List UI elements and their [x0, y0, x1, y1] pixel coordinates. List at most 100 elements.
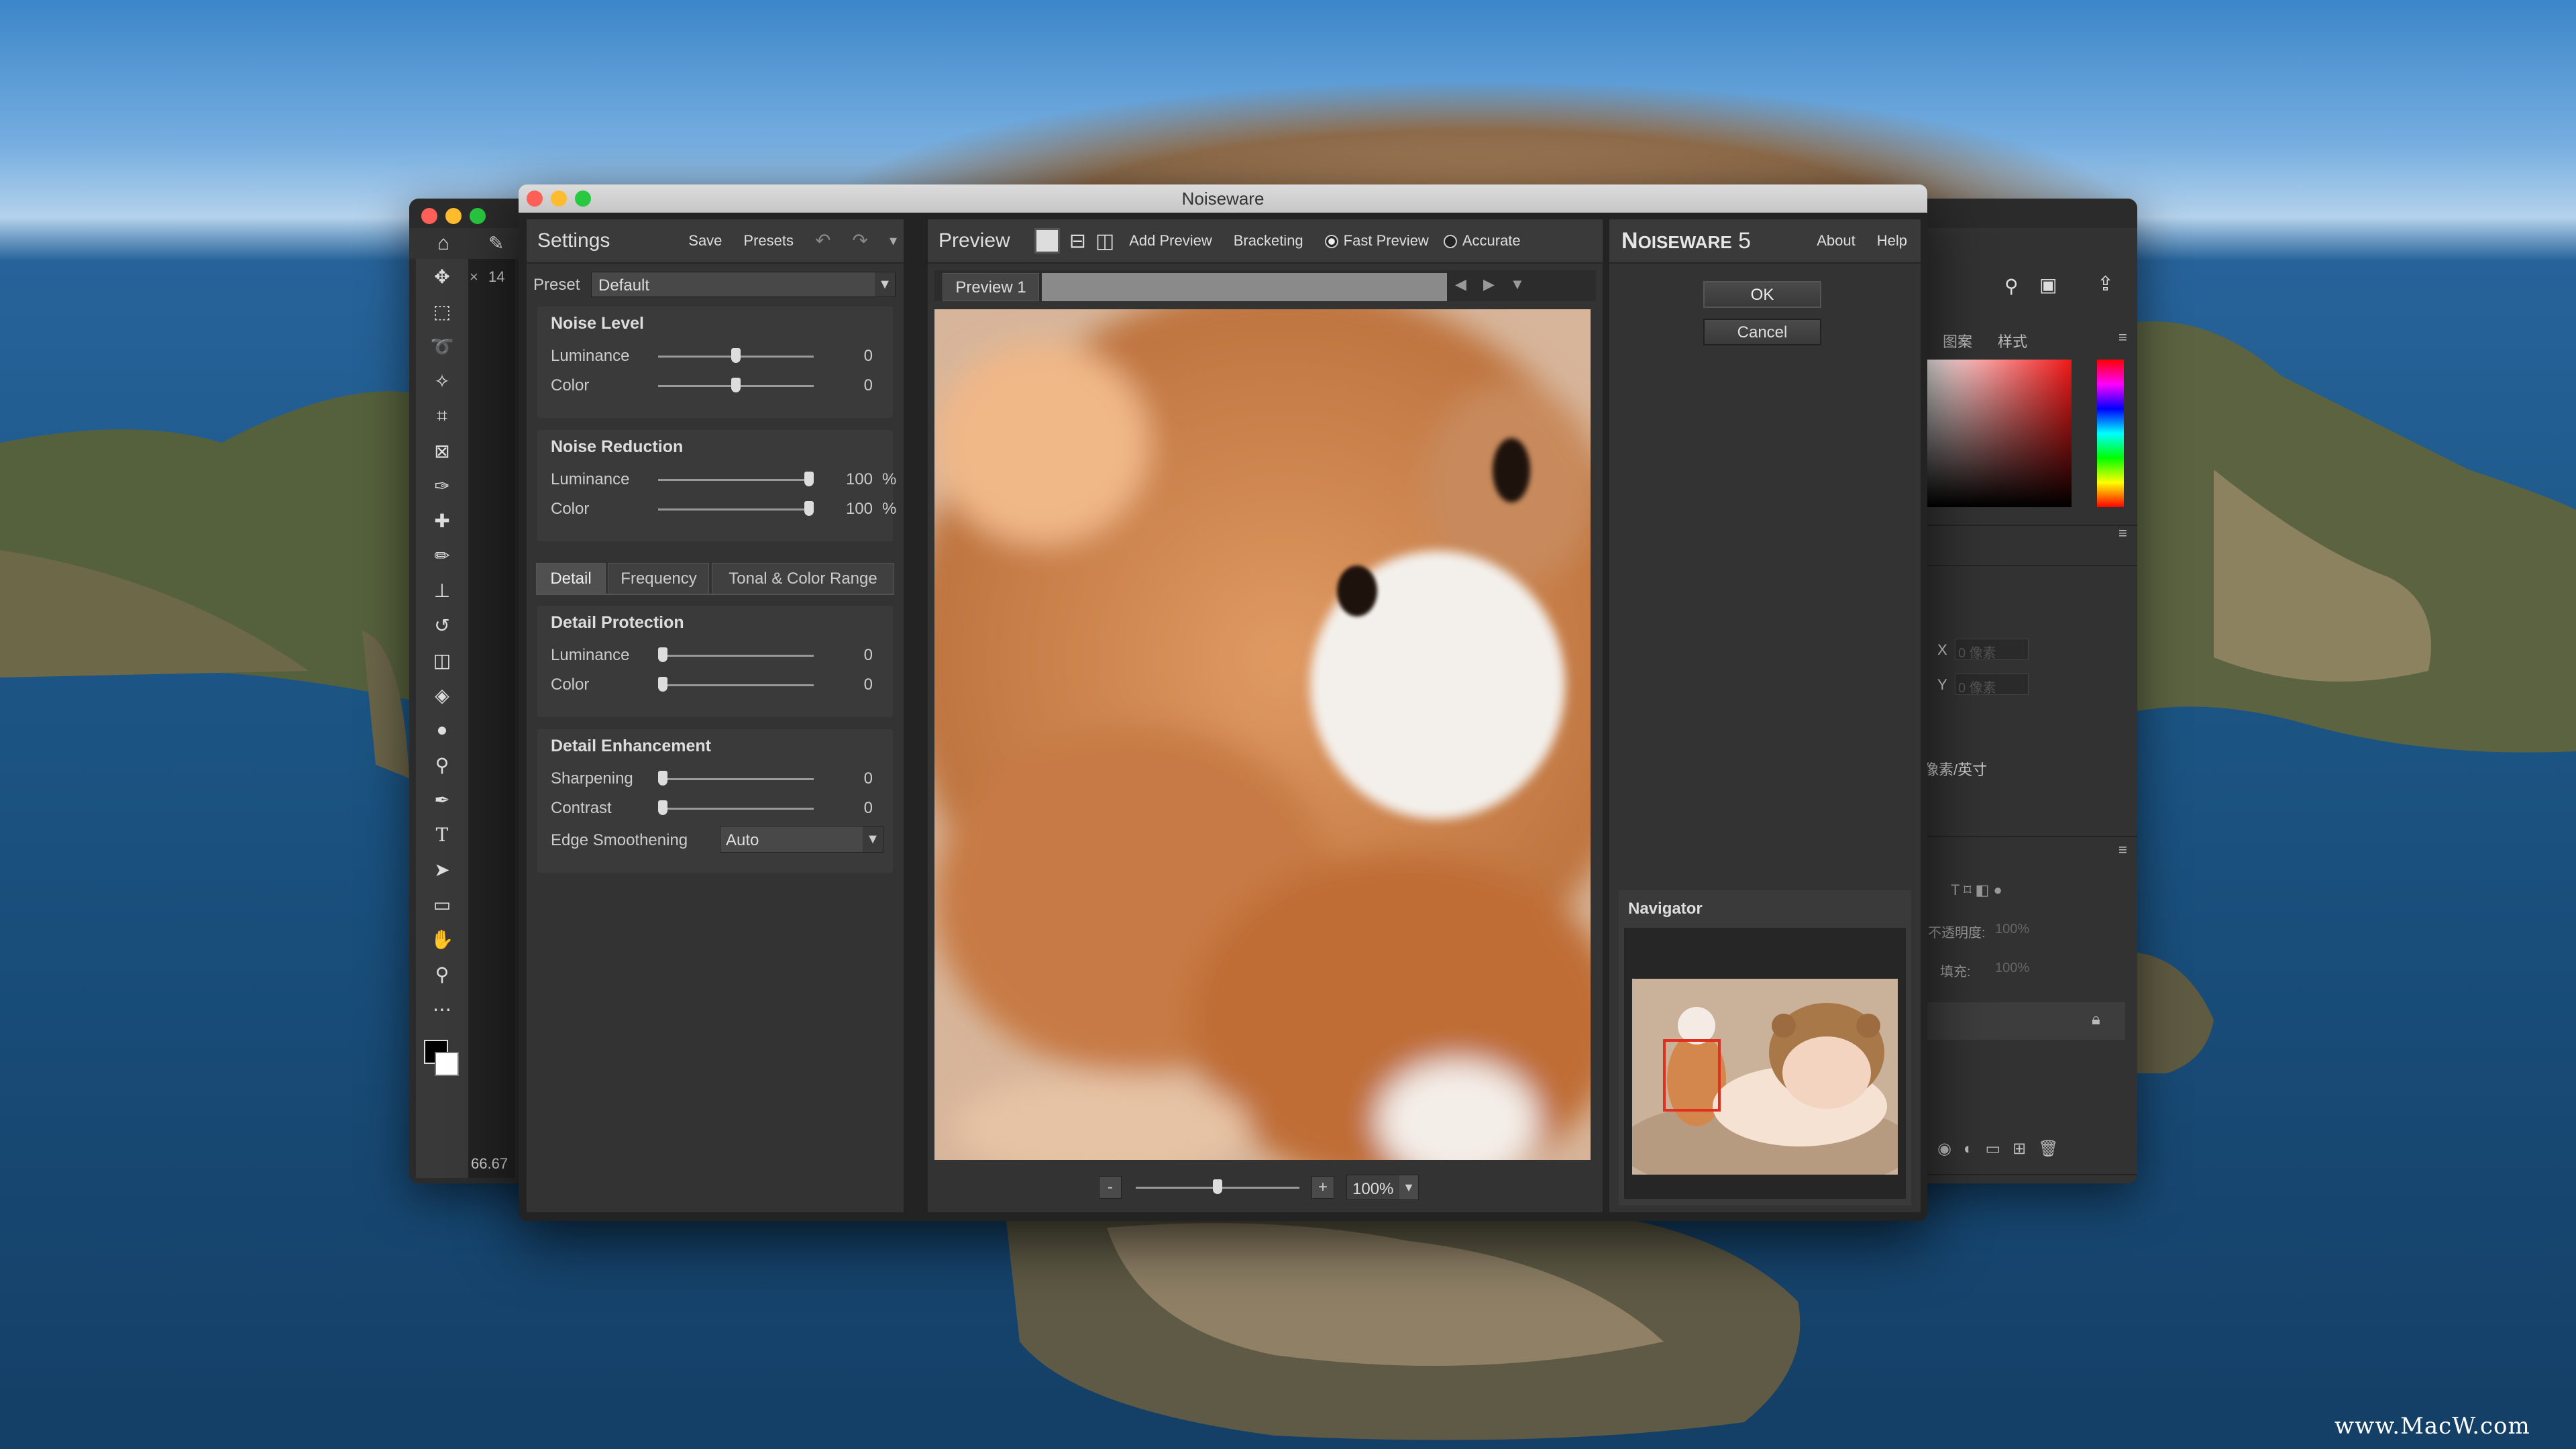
crop-tool-icon[interactable]: ⌗	[416, 398, 468, 433]
next-preview-icon[interactable]: ▶	[1483, 276, 1495, 293]
stamp-tool-icon[interactable]: ⊥	[416, 573, 468, 608]
type-tool-icon[interactable]: T	[416, 817, 468, 852]
dodge-tool-icon[interactable]: ⚲	[416, 747, 468, 782]
presets-button[interactable]: Presets	[733, 219, 804, 263]
accurate-radio[interactable]: Accurate	[1433, 219, 1532, 263]
navigator-thumbnail[interactable]	[1632, 979, 1898, 1175]
slider-thumb[interactable]	[804, 501, 814, 516]
zoom-select[interactable]: 100% ▼	[1346, 1175, 1419, 1200]
marquee-tool-icon[interactable]: ⬚	[416, 294, 468, 329]
undo-icon[interactable]: ↶	[804, 219, 841, 263]
redo-icon[interactable]: ↷	[841, 219, 878, 263]
panel-menu-icon[interactable]: ≡	[2118, 329, 2127, 346]
split-vertical-icon[interactable]: ◫	[1095, 229, 1114, 253]
home-icon[interactable]: ⌂	[437, 232, 449, 255]
slider-thumb[interactable]	[731, 378, 741, 392]
ok-button[interactable]: OK	[1703, 281, 1821, 308]
sharpening-row: Sharpening 0	[551, 764, 886, 794]
dialog-close-light[interactable]	[527, 191, 543, 207]
noise-level-luminance-slider[interactable]	[658, 348, 814, 363]
prev-preview-icon[interactable]: ◀	[1455, 276, 1466, 293]
dialog-minimize-light[interactable]	[551, 191, 567, 207]
color-swatches[interactable]	[416, 1026, 468, 1087]
share-icon[interactable]: ⇪	[2097, 272, 2114, 296]
add-preview-button[interactable]: Add Preview	[1118, 219, 1223, 263]
zoom-tool-icon[interactable]: ⚲	[416, 957, 468, 991]
healing-brush-icon[interactable]: ✚	[416, 503, 468, 538]
layer-actions-icons[interactable]: ◉◐▭⊞🗑︎	[1937, 1139, 2071, 1159]
y-field[interactable]: 0 像素	[1955, 674, 2029, 696]
hand-tool-icon[interactable]: ✋	[416, 922, 468, 957]
layer-row[interactable]: 🔒︎	[1924, 1002, 2125, 1040]
dialog-title: Noiseware	[519, 184, 1927, 213]
preview-menu-icon[interactable]: ▼	[1510, 276, 1525, 293]
sharpening-slider[interactable]	[658, 771, 814, 786]
pen-tool-icon[interactable]: ✒	[416, 782, 468, 817]
x-field[interactable]: 0 像素	[1955, 639, 2029, 661]
panel-tab-styles[interactable]: 样式	[1998, 330, 2027, 352]
save-button[interactable]: Save	[678, 219, 733, 263]
history-brush-icon[interactable]: ↺	[416, 608, 468, 643]
doc-tab-label[interactable]: 14	[488, 268, 504, 286]
hue-slider[interactable]	[2097, 360, 2124, 507]
fill-value[interactable]: 100%	[1995, 961, 2029, 976]
paint-bucket-icon[interactable]: ◈	[416, 678, 468, 712]
noise-reduction-luminance-slider[interactable]	[658, 472, 814, 486]
zoom-slider[interactable]	[1136, 1179, 1299, 1194]
eyedropper-tool-icon[interactable]: ✑	[416, 468, 468, 503]
noise-level-color-slider[interactable]	[658, 378, 814, 392]
single-view-icon[interactable]	[1034, 228, 1060, 254]
doc-tab-close[interactable]: ×	[470, 268, 478, 286]
preview-image[interactable]	[934, 309, 1591, 1160]
path-select-icon[interactable]: ➤	[416, 852, 468, 887]
detail-protection-luminance-slider[interactable]	[658, 647, 814, 662]
zoom-out-button[interactable]: -	[1099, 1176, 1122, 1199]
color-picker-field[interactable]	[1924, 360, 2072, 507]
eyedropper-icon[interactable]: ✎	[488, 232, 504, 254]
preset-select[interactable]: Default ▼	[591, 272, 896, 297]
detail-protection-color-slider[interactable]	[658, 677, 814, 692]
opacity-value[interactable]: 100%	[1995, 922, 2029, 937]
bracketing-button[interactable]: Bracketing	[1223, 219, 1314, 263]
fast-preview-radio[interactable]: Fast Preview	[1314, 219, 1433, 263]
search-icon[interactable]: ⚲	[2004, 275, 2019, 297]
tab-detail[interactable]: Detail	[536, 563, 606, 594]
more-tools-icon[interactable]: ⋯	[416, 991, 468, 1026]
lasso-tool-icon[interactable]: ➰	[416, 329, 468, 364]
ps-close-light[interactable]	[421, 208, 437, 224]
move-tool-icon[interactable]: ✥	[416, 259, 468, 294]
slider-thumb[interactable]	[658, 677, 667, 692]
slider-thumb[interactable]	[731, 348, 741, 363]
cancel-button[interactable]: Cancel	[1703, 319, 1821, 345]
split-horizontal-icon[interactable]: ⊟	[1069, 229, 1086, 253]
zoom-in-button[interactable]: +	[1311, 1176, 1334, 1199]
slider-thumb[interactable]	[804, 472, 814, 486]
edge-smoothening-select[interactable]: Auto ▼	[720, 826, 883, 853]
magic-wand-icon[interactable]: ✧	[416, 364, 468, 398]
noise-reduction-color-slider[interactable]	[658, 501, 814, 516]
ps-zoom-light[interactable]	[470, 208, 486, 224]
panel-tab-patterns[interactable]: 图案	[1943, 330, 1972, 352]
rectangle-tool-icon[interactable]: ▭	[416, 887, 468, 922]
tab-tonal-color-range[interactable]: Tonal & Color Range	[712, 563, 894, 594]
tab-frequency[interactable]: Frequency	[608, 563, 709, 594]
layers-menu-icon[interactable]: ≡	[2118, 841, 2127, 859]
slider-thumb[interactable]	[658, 800, 667, 815]
contrast-slider[interactable]	[658, 800, 814, 815]
about-button[interactable]: About	[1806, 219, 1866, 263]
slider-thumb[interactable]	[658, 771, 667, 786]
properties-menu-icon[interactable]: ≡	[2118, 525, 2127, 542]
frame-tool-icon[interactable]: ⊠	[416, 433, 468, 468]
dialog-zoom-light[interactable]	[575, 191, 591, 207]
ps-minimize-light[interactable]	[445, 208, 462, 224]
workspace-icon[interactable]: ▣	[2039, 274, 2057, 296]
brush-tool-icon[interactable]: ✏	[416, 538, 468, 573]
blur-tool-icon[interactable]: ●	[416, 712, 468, 747]
eraser-tool-icon[interactable]: ◫	[416, 643, 468, 678]
layer-filter-icons[interactable]: T ⌑ ◧ ●	[1951, 881, 2002, 899]
tab-preview-1[interactable]: Preview 1	[943, 273, 1039, 301]
help-button[interactable]: Help	[1866, 219, 1921, 263]
zoom-slider-thumb[interactable]	[1213, 1179, 1222, 1194]
slider-thumb[interactable]	[658, 647, 667, 662]
settings-menu-chevron-icon[interactable]: ▾	[879, 219, 904, 263]
